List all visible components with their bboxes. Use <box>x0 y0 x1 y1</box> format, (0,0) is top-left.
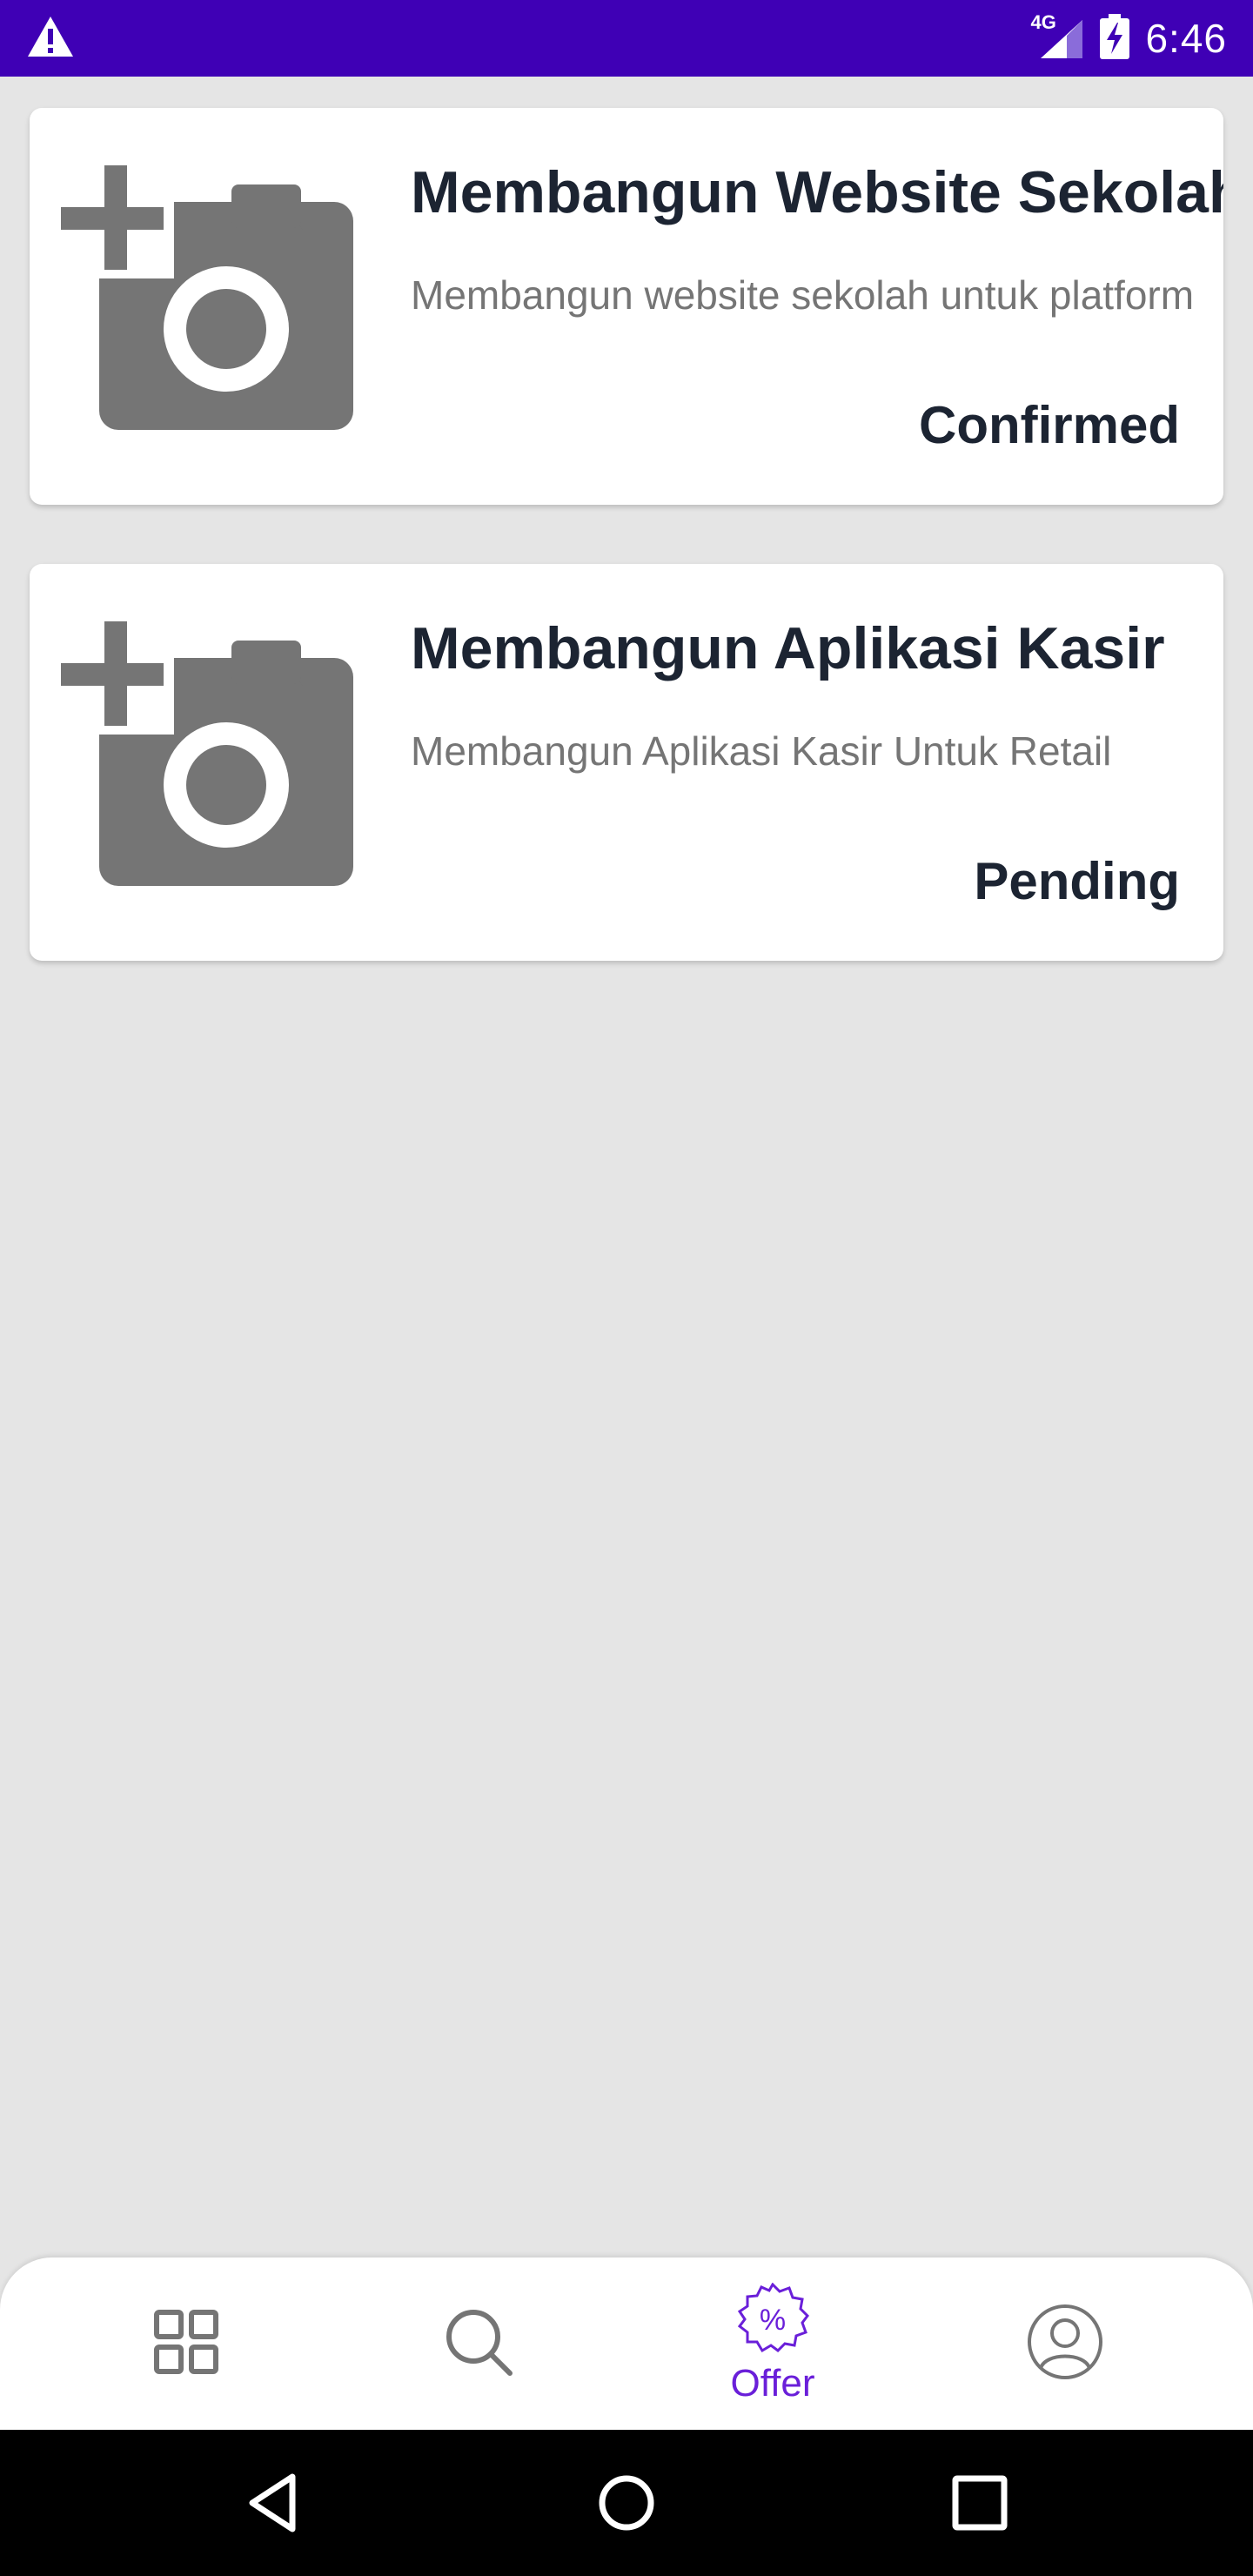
svg-text:%: % <box>760 2304 786 2337</box>
offer-status: Confirmed <box>919 396 1180 454</box>
status-bar: 4G 6:46 <box>0 0 1253 77</box>
profile-icon <box>1027 2304 1103 2385</box>
battery-charging-icon <box>1100 13 1130 64</box>
nav-item-dashboard[interactable] <box>73 2257 299 2430</box>
nav-item-profile[interactable] <box>952 2257 1178 2430</box>
nav-item-offer[interactable]: % Offer <box>660 2257 886 2430</box>
grid-icon <box>153 2309 219 2379</box>
signal-icon: 4G <box>1030 11 1084 60</box>
offer-description: Membangun website sekolah untuk platform <box>411 272 1195 318</box>
offer-status: Pending <box>974 852 1180 910</box>
status-icons: 4G 6:46 <box>1030 11 1227 64</box>
nav-label-offer: Offer <box>730 2361 815 2405</box>
offer-title: Membangun Website Sekolah <box>411 159 1223 225</box>
home-icon[interactable] <box>592 2468 661 2538</box>
back-icon[interactable] <box>240 2468 310 2538</box>
clock: 6:46 <box>1145 16 1227 61</box>
search-icon <box>444 2307 513 2381</box>
add-photo-icon[interactable] <box>61 165 385 433</box>
offer-card[interactable]: Membangun Aplikasi Kasir Membangun Aplik… <box>30 564 1223 961</box>
network-type: 4G <box>1030 11 1056 33</box>
offer-title: Membangun Aplikasi Kasir <box>411 615 1165 681</box>
offer-badge-icon: % <box>736 2282 809 2360</box>
warning-icon <box>26 15 75 63</box>
nav-item-search[interactable] <box>365 2257 592 2430</box>
system-navigation-bar <box>0 2430 1253 2576</box>
add-photo-icon[interactable] <box>61 621 385 889</box>
offer-card[interactable]: Membangun Website Sekolah Membangun webs… <box>30 108 1223 505</box>
recents-icon[interactable] <box>945 2468 1015 2538</box>
bottom-navigation: % Offer <box>0 2257 1253 2430</box>
offer-description: Membangun Aplikasi Kasir Untuk Retail <box>411 728 1112 774</box>
